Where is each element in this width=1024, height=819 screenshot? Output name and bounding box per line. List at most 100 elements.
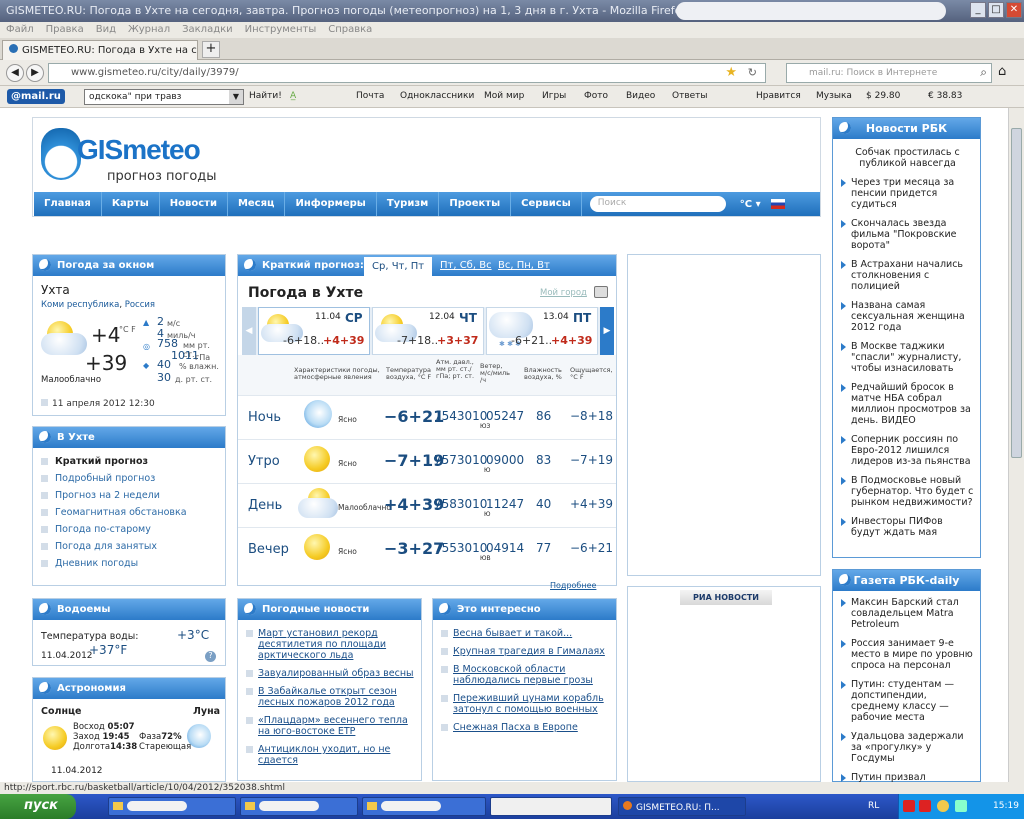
rbc-daily-item[interactable]: Удальцова задержали за «прогулку» у Госд… (841, 731, 974, 764)
nav-services[interactable]: Сервисы (511, 192, 582, 216)
weather-news-item[interactable]: Март установил рекорд десятилетия по пло… (246, 628, 417, 661)
rbc-daily-item[interactable]: Путин: студентам — допстипендии, среднем… (841, 679, 974, 723)
link-moy-mir[interactable]: Мой мир (484, 91, 524, 101)
country-link[interactable]: Россия (125, 300, 155, 310)
find-button[interactable]: Найти! (249, 91, 282, 101)
nav-projects[interactable]: Проекты (439, 192, 512, 216)
tab-fri-sat-sun[interactable]: Пт, Сб, Вс (440, 255, 492, 276)
weather-news-item[interactable]: Завуалированный образ весны (246, 668, 417, 679)
address-bar[interactable]: www.gismeteo.ru/city/daily/3979/ ★ ↻ (48, 63, 766, 83)
weather-news-item[interactable]: Антициклон уходит, но не сдается (246, 744, 417, 766)
day-card-fri[interactable]: ✱ ✱ ✱ 13.04 ПТ -6+21.. +4+39 (486, 307, 598, 355)
rbc-news-item[interactable]: В Москве таджики "спасли" журналисту, чт… (841, 341, 974, 374)
city-link-diary[interactable]: Дневник погоды (41, 558, 225, 569)
interesting-item[interactable]: Снежная Пасха в Европе (441, 722, 612, 733)
link-photo[interactable]: Фото (584, 91, 608, 101)
reload-icon[interactable]: ↻ (748, 66, 757, 79)
network-icon[interactable] (955, 800, 967, 812)
taskbar-item[interactable] (240, 797, 358, 816)
link-video[interactable]: Видео (626, 91, 655, 101)
print-icon[interactable] (594, 286, 608, 298)
tray-app-icon[interactable] (937, 800, 949, 812)
rbc-daily-item[interactable]: Максин Барский стал совладельцем Matra P… (841, 597, 974, 630)
city-link-detailed[interactable]: Подробный прогноз (41, 473, 225, 484)
day-card-wed[interactable]: 11.04 СР -6+18.. +4+39 (258, 307, 370, 355)
rbc-daily-item[interactable]: Россия занимает 9-е место в мире по уров… (841, 638, 974, 671)
rbc-news-item[interactable]: В Астрахани начались столкновения с поли… (841, 259, 974, 292)
interesting-item[interactable]: Крупная трагедия в Гималаях (441, 646, 612, 657)
highlight-icon[interactable]: A̲ (290, 91, 296, 101)
mailru-logo[interactable]: @mail.ru (7, 89, 65, 104)
menu-tools[interactable]: Инструменты (245, 24, 317, 36)
interesting-item[interactable]: Переживший цунами корабль затонул с помо… (441, 693, 612, 715)
menu-edit[interactable]: Правка (46, 24, 84, 36)
taskbar-item[interactable] (362, 797, 486, 816)
browser-search-input[interactable]: mail.ru: Поиск в Интернете ⌕ (786, 63, 992, 83)
link-games[interactable]: Игры (542, 91, 566, 101)
tab-sun-mon-tue[interactable]: Вс, Пн, Вт (498, 255, 550, 276)
home-icon[interactable]: ⌂ (998, 64, 1006, 79)
rbc-news-item[interactable]: Через три месяца за пенсии придется суди… (841, 177, 974, 210)
menu-file[interactable]: Файл (6, 24, 34, 36)
prev-days-arrow-icon[interactable]: ◀ (242, 307, 256, 355)
search-icon[interactable]: ⌕ (980, 65, 987, 80)
menu-bookmarks[interactable]: Закладки (182, 24, 233, 36)
city-link-geomag[interactable]: Геомагнитная обстановка (41, 507, 225, 518)
language-indicator[interactable]: RL (868, 801, 879, 811)
my-city-link[interactable]: Мой город (540, 288, 587, 298)
scrollbar-thumb[interactable] (1011, 128, 1022, 458)
link-odnoklassniki[interactable]: Одноклассники (400, 91, 474, 101)
link-answers[interactable]: Ответы (672, 91, 708, 101)
city-link-2weeks[interactable]: Прогноз на 2 недели (41, 490, 225, 501)
minimize-button[interactable]: _ (970, 2, 986, 18)
rbc-news-item[interactable]: Соперник россиян по Евро-2012 лишился ли… (841, 434, 974, 467)
bookmark-star-icon[interactable]: ★ (725, 65, 737, 80)
interesting-item[interactable]: В Московской области наблюдались первые … (441, 664, 612, 686)
weather-news-item[interactable]: В Забайкалье открыт сезон лесных пожаров… (246, 686, 417, 708)
clock[interactable]: 15:19 (993, 801, 1019, 811)
taskbar-item[interactable] (108, 797, 236, 816)
tray-app-icon[interactable] (919, 800, 931, 812)
more-link[interactable]: Подробнее (550, 581, 596, 590)
day-card-thu[interactable]: 12.04 ЧТ -7+18.. +3+37 (372, 307, 484, 355)
nav-month[interactable]: Месяц (228, 192, 286, 216)
weather-news-item[interactable]: «Плацдарм» весеннего тепла на юго-восток… (246, 715, 417, 737)
site-search-input[interactable]: Поиск (589, 196, 726, 212)
ria-logo[interactable]: РИА НОВОСТИ (680, 590, 772, 605)
nav-maps[interactable]: Карты (102, 192, 160, 216)
region-link[interactable]: Коми республика (41, 300, 119, 310)
taskbar-item[interactable] (490, 797, 612, 816)
vertical-scrollbar[interactable] (1008, 108, 1024, 784)
nav-tourism[interactable]: Туризм (377, 192, 440, 216)
chevron-down-icon[interactable]: ▼ (229, 90, 243, 104)
taskbar-firefox[interactable]: GISMETEO.RU: П... (618, 797, 746, 816)
russian-flag-icon[interactable] (770, 199, 785, 209)
next-days-arrow-icon[interactable]: ▶ (600, 307, 614, 355)
maximize-button[interactable]: □ (988, 2, 1004, 18)
nav-informers[interactable]: Информеры (285, 192, 377, 216)
antivirus-icon[interactable] (903, 800, 915, 812)
gismeteo-logo[interactable]: GISmeteo прогноз погоды (41, 128, 217, 194)
menu-view[interactable]: Вид (96, 24, 116, 36)
rbc-news-item[interactable]: Названа самая сексуальная женщина 2012 г… (841, 300, 974, 333)
rbc-news-item[interactable]: Инвесторы ПИФов будут ждать мая (841, 516, 974, 538)
rbc-lead[interactable]: Собчак простилась с публикой навсегда (833, 139, 980, 169)
browser-tab[interactable]: GISMETEO.RU: Погода в Ухте на сегодня,..… (2, 40, 198, 60)
forward-arrow-icon[interactable]: ▶ (26, 64, 44, 82)
link-music[interactable]: Музыка (816, 91, 852, 101)
mailru-search-input[interactable]: одскока" при травз ▼ (84, 89, 244, 105)
link-mail[interactable]: Почта (356, 91, 384, 101)
rbc-news-item[interactable]: В Подмосковье новый губернатор. Что буде… (841, 475, 974, 508)
city-link-old-style[interactable]: Погода по-старому (41, 524, 225, 535)
back-arrow-icon[interactable]: ◀ (6, 64, 24, 82)
rbc-news-item[interactable]: Редчайший бросок в матче НБА собрал милл… (841, 382, 974, 426)
start-button[interactable]: пуск (0, 794, 76, 819)
help-icon[interactable]: ? (205, 651, 216, 662)
city-link-busy[interactable]: Погода для занятых (41, 541, 225, 552)
menu-history[interactable]: Журнал (128, 24, 170, 36)
city-link-brief[interactable]: Краткий прогноз (41, 456, 225, 467)
nav-home[interactable]: Главная (34, 192, 102, 216)
unit-selector[interactable]: °C ▾ (740, 199, 761, 210)
tab-wed-thu-fri[interactable]: Ср, Чт, Пт (364, 257, 433, 276)
interesting-item[interactable]: Весна бывает и такой... (441, 628, 612, 639)
